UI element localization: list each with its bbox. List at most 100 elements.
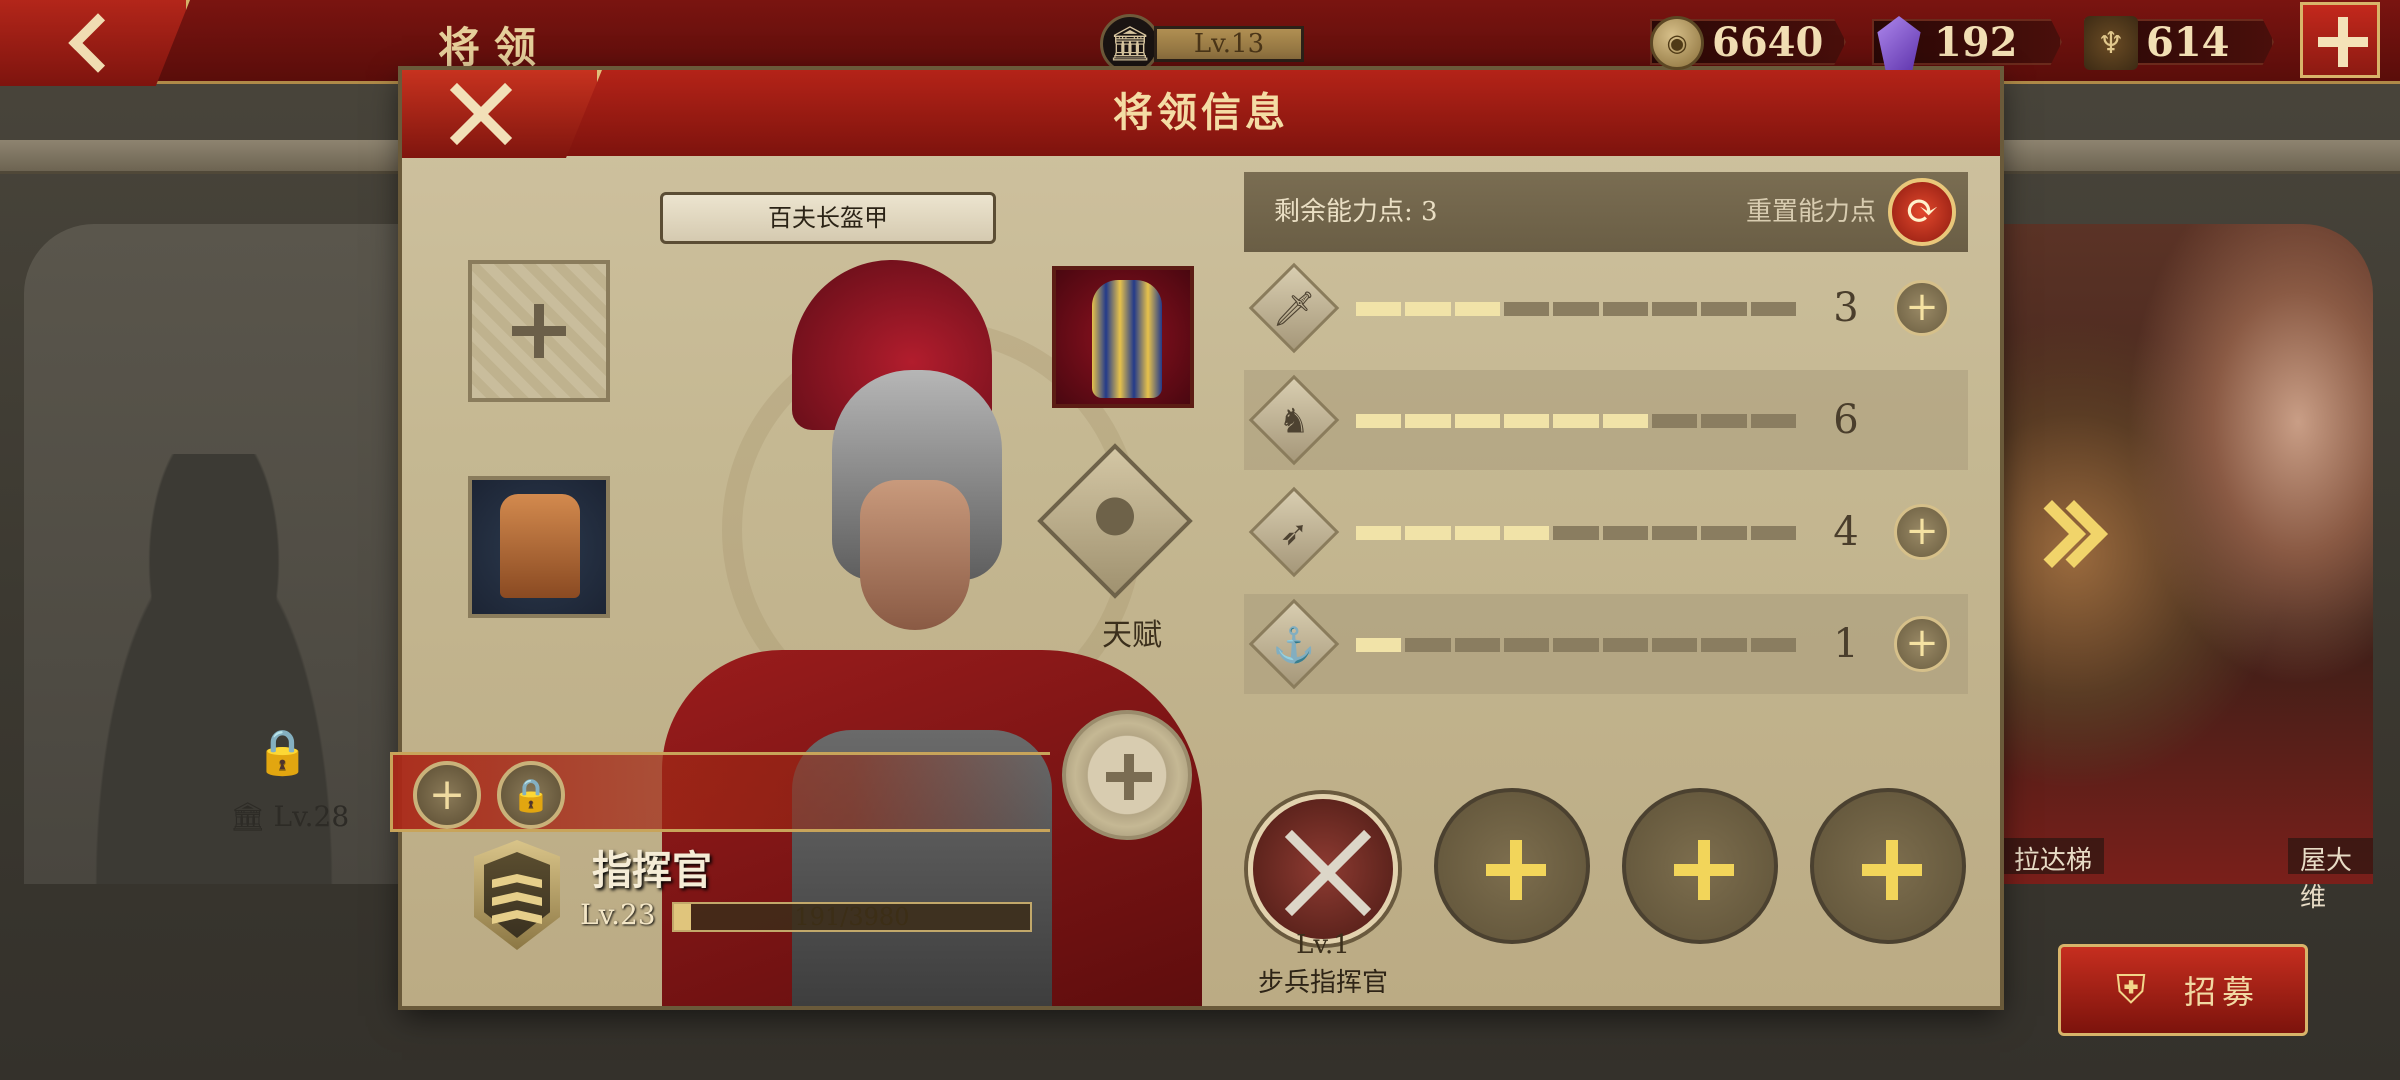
- locked-level: 🏛 Lv.28: [230, 800, 349, 833]
- next-general-button[interactable]: [2018, 490, 2108, 580]
- stat-segment: [1750, 526, 1796, 540]
- empty-skill-slot-1[interactable]: [1434, 788, 1590, 944]
- empty-skill-slot-3[interactable]: [1810, 788, 1966, 944]
- general-info-modal: 将领信息 百夫长盔甲 天赋 + 🔒 指挥官 Lv.23 191/3980 剩余能…: [390, 70, 2000, 1006]
- stat-segment: [1356, 302, 1402, 316]
- stat-segment: [1405, 414, 1451, 428]
- stat-segment: [1503, 638, 1550, 652]
- back-arrow-icon: [68, 13, 128, 73]
- stat-value: 6: [1833, 397, 1859, 443]
- stat-segment: [1356, 414, 1402, 428]
- lock-button[interactable]: 🔒: [497, 761, 565, 829]
- add-button[interactable]: +: [413, 761, 481, 829]
- lock-icon: 🔒: [511, 776, 551, 814]
- resource-coins[interactable]: ◉ 6640: [1650, 14, 1846, 70]
- stat-segment: [1701, 302, 1747, 316]
- commander-level: Lv.23: [580, 898, 656, 931]
- empty-equipment-slot[interactable]: [468, 260, 610, 402]
- stat-segment: [1602, 414, 1648, 428]
- pharaoh-mask-slot[interactable]: [1052, 266, 1194, 408]
- bow-icon: ➶: [1248, 486, 1340, 578]
- portrait-face: [860, 480, 970, 630]
- stat-row: ➶ 4 +: [1244, 482, 1968, 582]
- xp-bar: 191/3980: [672, 902, 1032, 932]
- stat-progress-bar: [1356, 638, 1796, 652]
- empty-round-slot[interactable]: [1062, 710, 1192, 840]
- back-button[interactable]: [0, 0, 190, 86]
- infantry-commander-skill[interactable]: [1248, 794, 1398, 944]
- pharaoh-mask-icon: [1092, 280, 1162, 398]
- commander-action-bar: + 🔒: [390, 752, 1050, 832]
- stat-segment: [1750, 414, 1796, 428]
- armor-shirt-icon: [500, 494, 580, 598]
- stat-segment: [1750, 302, 1796, 316]
- stat-segment: [1503, 526, 1550, 540]
- stat-row: ♞ 6: [1244, 370, 1968, 470]
- stat-value: 1: [1833, 621, 1859, 667]
- city-level: 🏛 Lv.13: [1100, 14, 1304, 74]
- add-stat-button[interactable]: +: [1894, 280, 1950, 336]
- stat-segment: [1553, 638, 1599, 652]
- plus-icon: [1106, 754, 1152, 800]
- stat-progress-bar: [1356, 302, 1796, 316]
- lock-icon: 🔒: [255, 727, 310, 778]
- stat-segment: [1454, 638, 1500, 652]
- plus-icon: [1674, 840, 1734, 900]
- stat-segment: [1503, 414, 1550, 428]
- general-name-1: 拉达梯: [2002, 838, 2105, 876]
- talent-label: 天赋: [1102, 618, 1162, 653]
- stat-segment: [1503, 302, 1550, 316]
- reset-points-label: 重置能力点: [1745, 197, 1876, 227]
- refresh-icon: ⟳: [1905, 188, 1939, 234]
- stat-row: 🗡 3 +: [1244, 258, 1968, 358]
- stat-segment: [1651, 302, 1698, 316]
- stat-segment: [1602, 526, 1648, 540]
- add-stat-button[interactable]: +: [1894, 504, 1950, 560]
- horse-icon: ♞: [1248, 374, 1340, 466]
- stat-segment: [1602, 302, 1648, 316]
- coin-icon: ◉: [1650, 16, 1704, 70]
- plus-icon: [1486, 840, 1546, 900]
- reset-points-button[interactable]: ⟳: [1888, 178, 1956, 246]
- stat-segment: [1405, 526, 1451, 540]
- stat-segment: [1405, 638, 1451, 652]
- commander-title: 指挥官: [592, 847, 712, 894]
- add-stat-button[interactable]: +: [1894, 616, 1950, 672]
- stat-progress-bar: [1356, 414, 1796, 428]
- stat-segment: [1405, 302, 1451, 316]
- bank-icon-small: 🏛: [230, 800, 266, 833]
- plus-icon: [1862, 840, 1922, 900]
- recruit-label: 招募: [2183, 973, 2260, 1011]
- page-title: 将领: [438, 23, 551, 72]
- close-icon: [445, 79, 515, 149]
- stat-segment: [1701, 526, 1747, 540]
- stat-segment: [1454, 526, 1500, 540]
- locked-general-card[interactable]: [24, 224, 410, 884]
- modal-title: 将领信息: [1113, 89, 1289, 136]
- stat-segment: [1356, 526, 1402, 540]
- general-name-2: 屋大维: [2288, 838, 2373, 913]
- plus-icon: [512, 304, 566, 358]
- recruit-button[interactable]: ⛨ 招募: [2058, 944, 2308, 1036]
- bank-icon: 🏛: [1100, 14, 1160, 74]
- plus-icon-bar: [2318, 37, 2368, 47]
- roster-rail-right: [1998, 140, 2400, 174]
- anchor-icon: ⚓: [1248, 598, 1340, 690]
- spqr-eagle-icon: ♆: [2084, 16, 2138, 70]
- add-resource-button[interactable]: [2300, 2, 2380, 78]
- stat-segment: [1553, 302, 1599, 316]
- roster-rail: [0, 140, 410, 174]
- xp-text: 191/3980: [794, 903, 910, 931]
- stat-segment: [1553, 414, 1599, 428]
- stat-value: 4: [1833, 509, 1859, 555]
- armor-slot[interactable]: [468, 476, 610, 618]
- stat-segment: [1553, 526, 1599, 540]
- resource-gems[interactable]: 192: [1872, 14, 2062, 70]
- stat-segment: [1651, 526, 1698, 540]
- empty-skill-slot-2[interactable]: [1622, 788, 1778, 944]
- helmet-icon: [1085, 492, 1145, 553]
- resource-eagles[interactable]: ♆ 614: [2084, 14, 2274, 70]
- recruit-helmet-icon: ⛨: [2115, 967, 2152, 1013]
- skill-name: 步兵指挥官: [1257, 968, 1388, 998]
- remaining-points: 剩余能力点: 3: [1274, 197, 1438, 227]
